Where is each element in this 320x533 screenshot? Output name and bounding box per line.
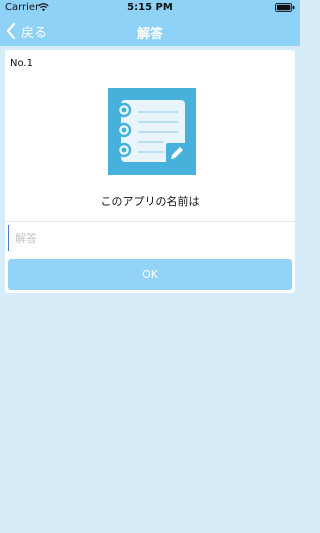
ok-button[interactable]: OK <box>8 259 292 290</box>
answer-input[interactable] <box>8 225 290 251</box>
notebook-pencil-icon <box>108 88 196 175</box>
divider <box>5 221 295 222</box>
question-card: No.1 このアプリの名前は OK <box>5 50 295 293</box>
navigation-bar: 戻る 解答 <box>0 16 300 46</box>
status-time: 5:15 PM <box>127 2 173 13</box>
question-number: No.1 <box>10 58 33 69</box>
page-title: 解答 <box>136 27 163 42</box>
status-bar: Carrier 5:15 PM <box>0 0 300 16</box>
battery-icon <box>275 3 295 12</box>
question-text: このアプリの名前は <box>100 195 200 208</box>
